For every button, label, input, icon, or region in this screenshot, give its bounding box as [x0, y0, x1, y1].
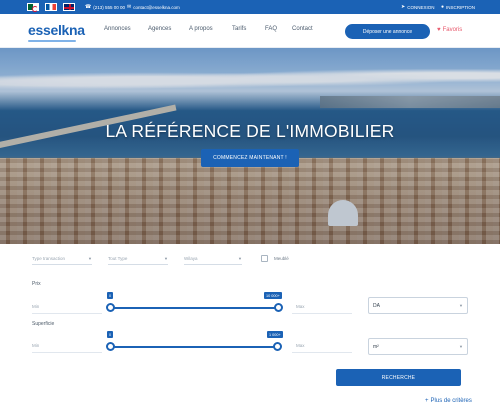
area-max-label: Max — [296, 343, 305, 348]
logo-underline — [28, 40, 76, 42]
area-label: Superficie — [32, 321, 55, 327]
email-info[interactable]: ✉ contact@esselkna.com — [127, 4, 180, 10]
transaction-select[interactable]: Type transaction ▼ — [32, 253, 92, 265]
post-ad-button[interactable]: Déposer une annonce — [345, 24, 430, 39]
area-max-underline — [292, 352, 352, 353]
login-label: CONNEXION — [407, 4, 435, 10]
property-type-placeholder: Tout Type — [108, 256, 128, 261]
more-criteria-link[interactable]: + Plus de critères — [425, 398, 472, 404]
nav-annonces[interactable]: Annonces — [104, 26, 131, 32]
area-unit-value: m² — [373, 343, 379, 350]
price-max-underline — [292, 313, 352, 314]
chevron-down-icon: ▼ — [88, 256, 92, 261]
area-max-tooltip: 1 000+ — [267, 331, 283, 338]
search-form: Type transaction ▼ Tout Type ▼ Wilaya ▼ … — [0, 244, 500, 417]
user-icon: ● — [441, 4, 445, 10]
start-now-button[interactable]: COMMENCEZ MAINTENANT ! — [201, 149, 299, 167]
price-min-handle[interactable] — [106, 303, 115, 312]
nav-contact[interactable]: Contact — [292, 26, 313, 32]
nav-tarifs[interactable]: Tarifs — [232, 26, 246, 32]
price-max-handle[interactable] — [274, 303, 283, 312]
area-min-underline — [32, 352, 102, 353]
hero-title: LA RÉFÉRENCE DE L'IMMOBILIER — [105, 121, 395, 141]
hero-banner: LA RÉFÉRENCE DE L'IMMOBILIER COMMENCEZ M… — [0, 48, 500, 244]
algeria-flag-icon[interactable] — [27, 3, 39, 12]
nav-a-propos[interactable]: A propos — [189, 26, 213, 32]
chevron-down-icon: ▼ — [164, 256, 168, 261]
furnished-checkbox[interactable] — [261, 255, 268, 262]
furnished-label: Meublé — [274, 256, 289, 261]
login-link[interactable]: ➤ CONNEXION — [401, 4, 434, 10]
area-min-label: Min — [32, 343, 40, 348]
price-min-tooltip: 0 — [107, 292, 114, 299]
chevron-down-icon: ▼ — [238, 256, 242, 261]
more-criteria-label: Plus de critères — [430, 398, 472, 404]
main-navbar: esselkna Annonces Agences A propos Tarif… — [0, 14, 500, 48]
property-type-select[interactable]: Tout Type ▼ — [108, 253, 168, 265]
france-flag-icon[interactable] — [45, 3, 57, 11]
wilaya-placeholder: Wilaya — [184, 256, 198, 261]
currency-value: DA — [373, 302, 380, 309]
area-unit-select[interactable]: m² ▼ — [368, 338, 468, 355]
start-now-label: COMMENCEZ MAINTENANT ! — [213, 155, 287, 161]
area-max-handle[interactable] — [273, 342, 282, 351]
email-address: contact@esselkna.com — [133, 4, 180, 10]
area-min-handle[interactable] — [106, 342, 115, 351]
login-icon: ➤ — [401, 4, 406, 10]
phone-number: (213) 555 00 00 — [93, 4, 126, 10]
top-bar: ☎ (213) 555 00 00 ✉ contact@esselkna.com… — [0, 0, 500, 14]
hero-overlay — [0, 48, 500, 244]
logo[interactable]: esselkna — [28, 22, 85, 38]
price-max-tooltip: 10 000+ — [264, 292, 282, 299]
price-min-underline — [32, 313, 102, 314]
post-ad-label: Déposer une annonce — [362, 28, 413, 35]
currency-select[interactable]: DA ▼ — [368, 297, 468, 314]
signup-link[interactable]: ● INSCRIPTION — [441, 4, 475, 10]
price-max-label: Max — [296, 304, 305, 309]
heart-icon: ♥ — [437, 27, 441, 33]
area-min-tooltip: 0 — [107, 331, 114, 338]
price-min-label: Min — [32, 304, 40, 309]
search-button[interactable]: RECHERCHE — [336, 369, 461, 386]
logo-text: esselkna — [28, 22, 85, 38]
chevron-down-icon: ▼ — [459, 344, 463, 349]
chevron-down-icon: ▼ — [459, 303, 463, 308]
price-label: Prix — [32, 281, 41, 287]
signup-label: INSCRIPTION — [446, 4, 476, 10]
phone-icon: ☎ — [85, 4, 92, 10]
uk-flag-icon[interactable] — [63, 3, 75, 11]
area-range-track[interactable] — [107, 346, 279, 348]
plus-icon: + — [425, 398, 429, 404]
nav-faq[interactable]: FAQ — [265, 26, 277, 32]
favorites-link[interactable]: ♥ Favoris — [437, 27, 462, 33]
transaction-placeholder: Type transaction — [32, 256, 66, 261]
nav-agences[interactable]: Agences — [148, 26, 171, 32]
favorites-label: Favoris — [442, 27, 463, 33]
search-label: RECHERCHE — [381, 374, 416, 381]
wilaya-select[interactable]: Wilaya ▼ — [184, 253, 242, 265]
price-range-track[interactable] — [107, 307, 279, 309]
phone-info[interactable]: ☎ (213) 555 00 00 — [85, 4, 125, 10]
mail-icon: ✉ — [127, 4, 132, 10]
